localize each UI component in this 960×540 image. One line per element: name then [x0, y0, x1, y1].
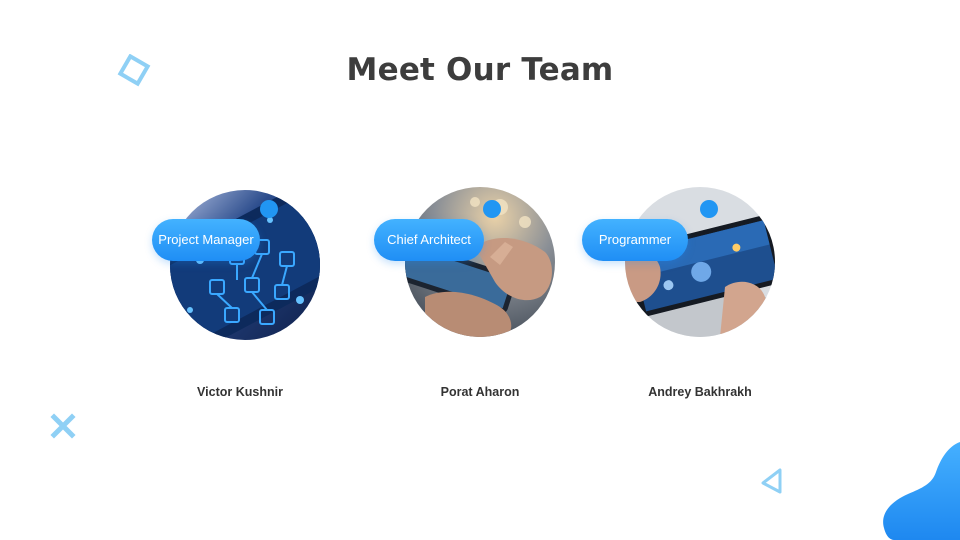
role-badge: Programmer	[582, 219, 688, 261]
role-badge: Project Manager	[152, 219, 260, 261]
member-name: Porat Aharon	[440, 385, 520, 399]
triangle-outline-icon	[761, 468, 782, 494]
member-name: Victor Kushnir	[197, 385, 283, 399]
indicator-dot	[260, 200, 278, 218]
member-photo	[170, 190, 320, 340]
indicator-dot	[700, 200, 718, 218]
member-photo	[405, 187, 555, 337]
x-mark-icon	[50, 413, 76, 439]
member-name: Andrey Bakhrakh	[648, 385, 752, 399]
diamond-outline-icon	[117, 54, 151, 87]
blob-shape	[883, 442, 960, 540]
role-badge: Chief Architect	[374, 219, 484, 261]
indicator-dot	[483, 200, 501, 218]
